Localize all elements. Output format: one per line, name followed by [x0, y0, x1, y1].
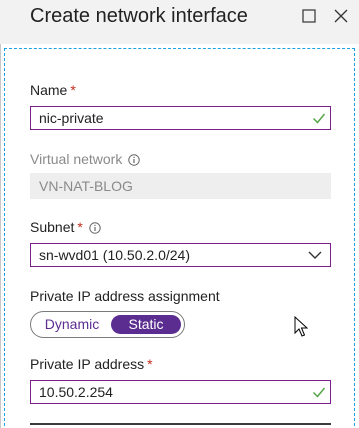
subnet-selected-value: sn-wvd01 (10.50.2.0/24)	[39, 247, 190, 263]
blade-left-border	[0, 0, 1, 428]
blade-header: Create network interface	[0, 0, 359, 44]
private-ip-label-text: Private IP address	[30, 356, 145, 372]
checkmark-icon	[312, 387, 326, 398]
required-mark: *	[70, 82, 76, 98]
private-ip-input[interactable]: 10.50.2.254	[30, 380, 331, 404]
chevron-down-icon	[308, 251, 322, 259]
name-input-value: nic-private	[39, 110, 104, 126]
subnet-label: Subnet *	[30, 219, 101, 235]
virtual-network-field: VN-NAT-BLOG	[30, 173, 331, 199]
virtual-network-label: Virtual network	[30, 151, 141, 167]
virtual-network-label-text: Virtual network	[30, 151, 123, 167]
mouse-pointer-icon	[294, 316, 308, 337]
close-icon[interactable]	[332, 7, 350, 25]
maximize-icon[interactable]	[300, 7, 318, 25]
name-input[interactable]: nic-private	[30, 106, 331, 130]
private-ip-input-value: 10.50.2.254	[39, 384, 113, 400]
virtual-network-value: VN-NAT-BLOG	[39, 178, 133, 194]
name-label: Name *	[30, 82, 76, 98]
required-mark: *	[147, 356, 153, 372]
subnet-dropdown[interactable]: sn-wvd01 (10.50.2.0/24)	[30, 243, 331, 267]
ip-assignment-option-static[interactable]: Static	[111, 315, 181, 334]
name-label-text: Name	[30, 82, 68, 98]
private-ip-label: Private IP address *	[30, 356, 153, 372]
ip-assignment-option-dynamic[interactable]: Dynamic	[35, 315, 109, 334]
ip-assignment-label: Private IP address assignment	[30, 288, 220, 304]
checkmark-icon	[312, 113, 326, 124]
info-icon[interactable]	[128, 154, 141, 166]
required-mark: *	[77, 219, 83, 235]
section-divider	[30, 423, 331, 425]
subnet-label-text: Subnet	[30, 219, 75, 235]
info-icon[interactable]	[89, 222, 101, 234]
blade-title: Create network interface	[30, 5, 248, 27]
ip-assignment-toggle: Dynamic Static	[30, 311, 185, 338]
